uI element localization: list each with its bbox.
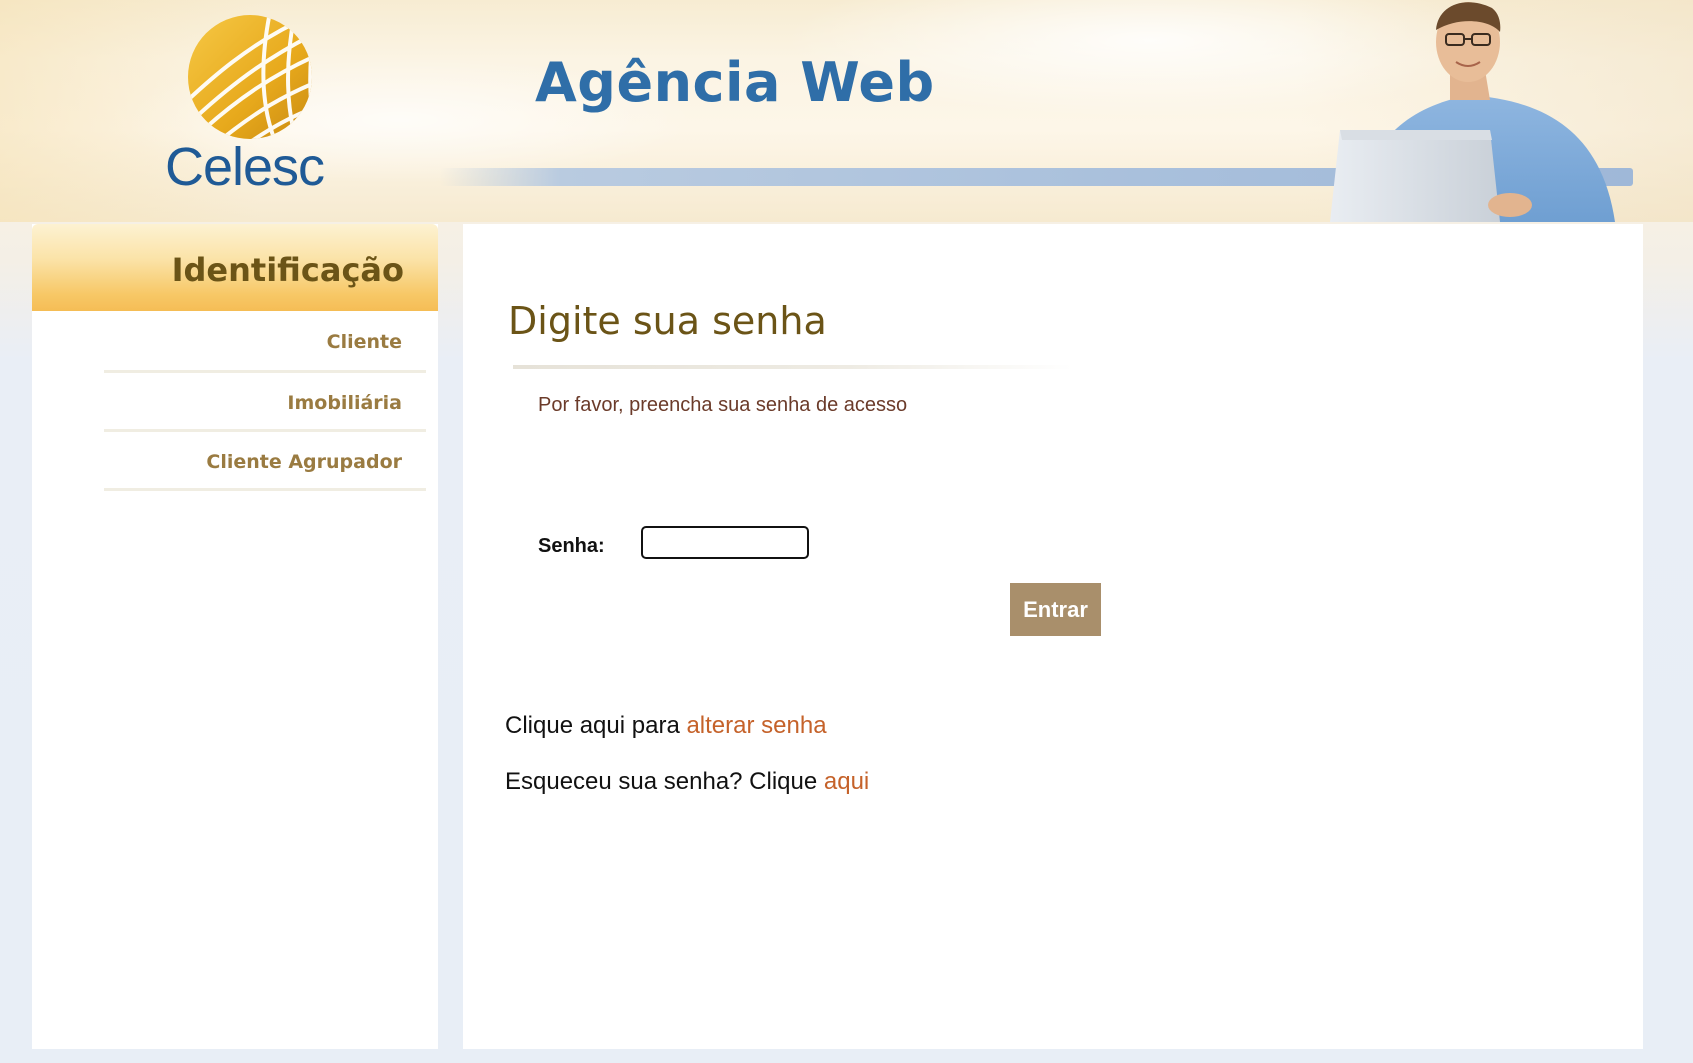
change-password-prefix: Clique aqui para xyxy=(505,712,687,739)
sidebar-menu: Cliente Imobiliária Cliente Agrupador xyxy=(32,311,438,491)
main-panel: Digite sua senha Por favor, preencha sua… xyxy=(463,224,1643,1049)
submit-button[interactable]: Entrar xyxy=(1010,583,1101,636)
password-label: Senha: xyxy=(538,535,605,557)
site-header: Celesc Agência Web xyxy=(0,0,1693,222)
sidebar-item-label: Cliente Agrupador xyxy=(206,451,402,473)
sidebar-title: Identificação xyxy=(171,251,404,289)
app-title: Agência Web xyxy=(535,51,935,114)
sidebar-item-label: Cliente xyxy=(326,331,402,353)
password-input[interactable] xyxy=(641,526,809,559)
forgot-password-prefix: Esqueceu sua senha? Clique xyxy=(505,768,824,795)
sidebar-item-cliente-agrupador[interactable]: Cliente Agrupador xyxy=(104,432,426,491)
sidebar-item-label: Imobiliária xyxy=(287,392,402,414)
change-password-link[interactable]: alterar senha xyxy=(686,712,826,739)
sidebar-item-cliente[interactable]: Cliente xyxy=(104,311,426,373)
sidebar-item-imobiliaria[interactable]: Imobiliária xyxy=(104,373,426,432)
sidebar: Identificação Cliente Imobiliária Client… xyxy=(32,224,438,1049)
instruction-text: Por favor, preencha sua senha de acesso xyxy=(538,394,908,416)
page-title: Digite sua senha xyxy=(508,299,827,343)
celesc-logo-text: Celesc xyxy=(165,137,325,197)
man-with-laptop-photo xyxy=(1300,0,1650,222)
forgot-password-line: Esqueceu sua senha? Clique aqui xyxy=(505,768,869,796)
forgot-password-link[interactable]: aqui xyxy=(824,768,869,795)
sidebar-header: Identificação xyxy=(32,224,438,311)
title-divider xyxy=(513,365,1073,369)
change-password-line: Clique aqui para alterar senha xyxy=(505,712,827,740)
